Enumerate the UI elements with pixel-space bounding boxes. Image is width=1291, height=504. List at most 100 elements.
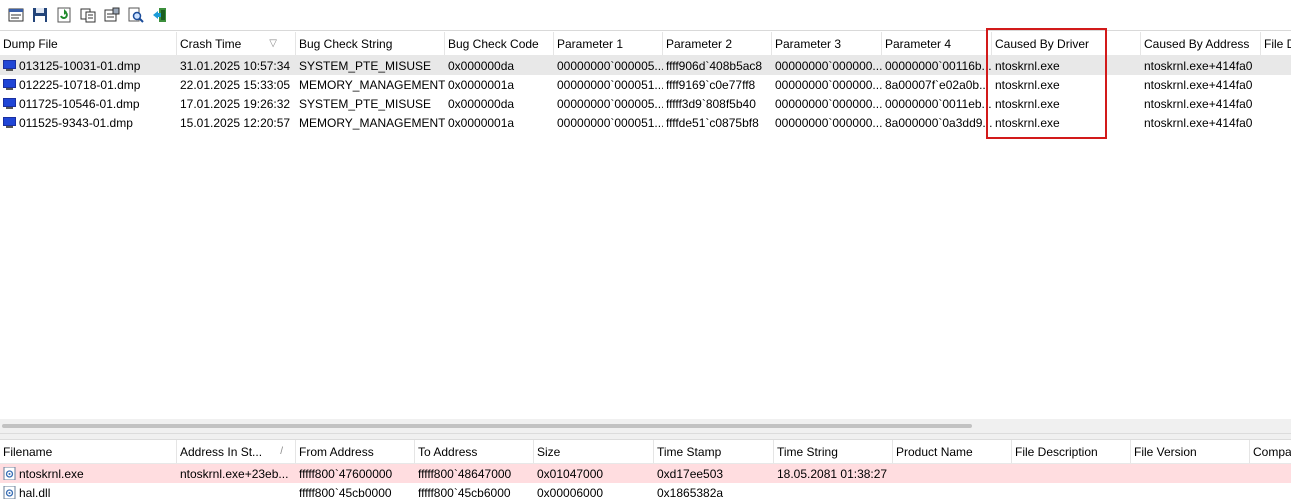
crash-time: 31.01.2025 10:57:34	[180, 58, 291, 73]
copy-icon	[80, 8, 96, 23]
column-header-crash-time[interactable]: Crash Time ▽	[177, 32, 296, 55]
parameter-3: 00000000`000000...	[775, 115, 882, 130]
refresh-button[interactable]	[53, 4, 75, 26]
parameter-2: ffffde51`c0875bf8	[666, 115, 759, 130]
column-header-file-description[interactable]: File Description	[1012, 440, 1131, 463]
horizontal-scrollbar[interactable]	[0, 419, 1291, 433]
dump-file-icon	[3, 60, 16, 71]
time-string: 18.05.2081 01:38:27	[777, 466, 888, 481]
save-button[interactable]	[29, 4, 51, 26]
dump-file-name: 011725-10546-01.dmp	[19, 96, 140, 111]
dump-file-name: 013125-10031-01.dmp	[19, 58, 141, 73]
scrollbar-thumb[interactable]	[2, 424, 972, 428]
dump-file-icon	[3, 98, 16, 109]
bug-check-string: MEMORY_MANAGEMENT	[299, 77, 445, 92]
caused-by-address: ntoskrnl.exe+414fa0	[1144, 96, 1253, 111]
sort-ascending-icon: /	[280, 446, 283, 457]
find-button[interactable]	[125, 4, 147, 26]
column-header-from-address[interactable]: From Address	[296, 440, 415, 463]
bug-check-code: 0x000000da	[448, 58, 515, 73]
driver-list-header: Filename Address In St... / From Address …	[0, 440, 1291, 464]
parameter-4: 00000000`00116b...	[885, 58, 992, 73]
properties-icon	[104, 7, 120, 22]
crash-time: 17.01.2025 19:26:32	[180, 96, 291, 111]
time-stamp: 0x1865382a	[657, 485, 724, 500]
column-header-product-name[interactable]: Product Name	[893, 440, 1012, 463]
floppy-disk-icon	[33, 8, 47, 22]
driver-filename: ntoskrnl.exe	[19, 466, 84, 481]
address-in-stack: ntoskrnl.exe+23eb...	[180, 466, 289, 481]
column-header-to-address[interactable]: To Address	[415, 440, 534, 463]
bug-check-code: 0x0000001a	[448, 115, 515, 130]
dump-file-icon	[3, 79, 16, 90]
copy-button[interactable]	[77, 4, 99, 26]
parameter-3: 00000000`000000...	[775, 96, 882, 111]
column-header-parameter-1[interactable]: Parameter 1	[554, 32, 663, 55]
bug-check-code: 0x000000da	[448, 96, 515, 111]
parameter-1: 00000000`000051...	[557, 77, 663, 92]
system-file-icon	[3, 486, 16, 499]
exit-button[interactable]	[149, 4, 171, 26]
exit-icon	[153, 8, 166, 22]
caused-by-address: ntoskrnl.exe+414fa0	[1144, 115, 1253, 130]
column-header-parameter-3[interactable]: Parameter 3	[772, 32, 882, 55]
column-header-time-stamp[interactable]: Time Stamp	[654, 440, 774, 463]
column-header-caused-by-address[interactable]: Caused By Address	[1141, 32, 1261, 55]
column-header-parameter-4[interactable]: Parameter 4	[882, 32, 992, 55]
column-header-dump-file[interactable]: Dump File	[0, 32, 177, 55]
parameter-2: ffff906d`408b5ac8	[666, 58, 763, 73]
crash-time: 15.01.2025 12:20:57	[180, 115, 291, 130]
dump-file-name: 011525-9343-01.dmp	[19, 115, 133, 130]
parameter-2: ffff9169`c0e77ff8	[666, 77, 756, 92]
parameter-4: 00000000`0011eb...	[885, 96, 992, 111]
from-address: fffff800`45cb0000	[299, 485, 392, 500]
system-file-icon	[3, 467, 16, 480]
crash-time: 22.01.2025 15:33:05	[180, 77, 291, 92]
from-address: fffff800`47600000	[299, 466, 393, 481]
column-header-parameter-2[interactable]: Parameter 2	[663, 32, 772, 55]
bug-check-string: MEMORY_MANAGEMENT	[299, 115, 445, 130]
to-address: fffff800`48647000	[418, 466, 512, 481]
parameter-3: 00000000`000000...	[775, 58, 882, 73]
to-address: fffff800`45cb6000	[418, 485, 511, 500]
html-report-button[interactable]	[5, 4, 27, 26]
refresh-icon	[57, 7, 71, 23]
parameter-1: 00000000`000005...	[557, 58, 663, 73]
time-stamp: 0xd17ee503	[657, 466, 724, 481]
bug-check-code: 0x0000001a	[448, 77, 515, 92]
parameter-4: 8a00007f`e02a0b...	[885, 77, 990, 92]
dump-file-name: 012225-10718-01.dmp	[19, 77, 141, 92]
pane-splitter[interactable]	[0, 433, 1291, 440]
parameter-1: 00000000`000005...	[557, 96, 663, 111]
driver-row[interactable]: hal.dll fffff800`45cb0000 fffff800`45cb6…	[0, 483, 1291, 502]
driver-row[interactable]: ntoskrnl.exe ntoskrnl.exe+23eb... fffff8…	[0, 464, 1291, 483]
address-in-stack	[177, 483, 296, 502]
column-header-file-version[interactable]: File Version	[1131, 440, 1250, 463]
caused-by-address: ntoskrnl.exe+414fa0	[1144, 77, 1253, 92]
column-header-bug-check-code[interactable]: Bug Check Code	[445, 32, 554, 55]
column-header-time-string[interactable]: Time String	[774, 440, 893, 463]
highlight-box	[986, 28, 1107, 139]
toolbar	[0, 0, 1291, 31]
time-string	[774, 483, 893, 502]
column-header-bug-check-string[interactable]: Bug Check String	[296, 32, 445, 55]
column-header-address-in-stack[interactable]: Address In St... /	[177, 440, 296, 463]
column-header-filename[interactable]: Filename	[0, 440, 177, 463]
column-header-file-description[interactable]: File D	[1261, 32, 1291, 55]
parameter-4: 8a000000`0a3dd9...	[885, 115, 992, 130]
properties-button[interactable]	[101, 4, 123, 26]
bug-check-string: SYSTEM_PTE_MISUSE	[299, 58, 432, 73]
size: 0x01047000	[537, 466, 604, 481]
parameter-1: 00000000`000051...	[557, 115, 663, 130]
column-header-size[interactable]: Size	[534, 440, 654, 463]
size: 0x00006000	[537, 485, 604, 500]
column-header-company[interactable]: Compa	[1250, 440, 1291, 463]
sort-descending-icon: ▽	[269, 38, 277, 49]
bug-check-string: SYSTEM_PTE_MISUSE	[299, 96, 432, 111]
dump-file-icon	[3, 117, 16, 128]
parameter-3: 00000000`000000...	[775, 77, 882, 92]
parameter-2: fffff3d9`808f5b40	[666, 96, 756, 111]
caused-by-address: ntoskrnl.exe+414fa0	[1144, 58, 1253, 73]
find-icon	[128, 7, 144, 23]
report-icon	[8, 8, 24, 22]
